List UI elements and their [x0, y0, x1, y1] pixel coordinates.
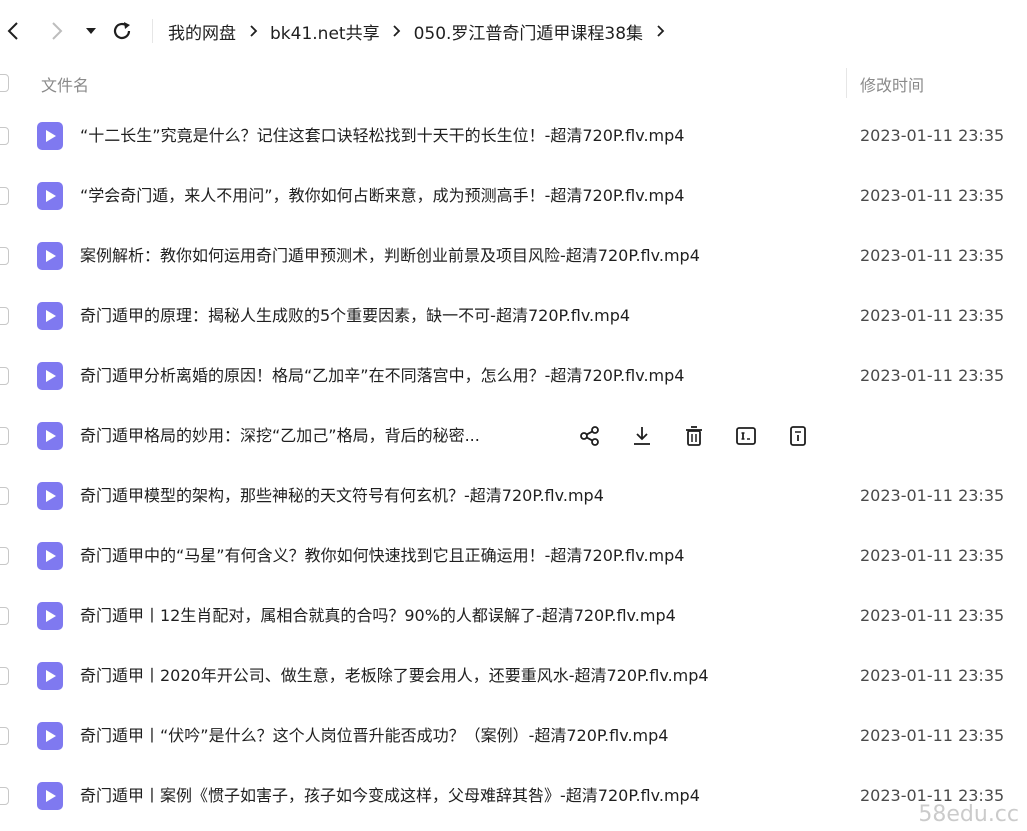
file-modified-time: 2023-01-11 23:35	[860, 186, 1005, 205]
file-modified-time: 2023-01-11 23:35	[860, 126, 1005, 145]
video-file-icon	[37, 182, 63, 210]
breadcrumb-item-my-drive[interactable]: 我的网盘	[168, 19, 236, 44]
file-row[interactable]: 奇门遁甲丨“伏吟”是什么？这个人岗位晋升能否成功？（案例）-超清720P.flv…	[0, 706, 1027, 766]
file-modified-time: 2023-01-11 23:35	[860, 486, 1005, 505]
history-dropdown-button[interactable]	[82, 14, 100, 48]
row-checkbox[interactable]	[0, 187, 9, 205]
file-modified-time: 2023-01-11 23:35	[860, 366, 1005, 385]
file-name[interactable]: 奇门遁甲分析离婚的原因！格局“乙加辛”在不同落宫中，怎么用？-超清720P.fl…	[80, 364, 684, 388]
share-icon	[580, 426, 599, 446]
chevron-right-icon	[52, 22, 63, 40]
download-button[interactable]	[628, 422, 656, 450]
file-row[interactable]: 案例解析：教你如何运用奇门遁甲预测术，判断创业前景及项目风险-超清720P.fl…	[0, 226, 1027, 286]
file-modified-time: 2023-01-11 23:35	[860, 726, 1005, 745]
video-file-icon	[37, 422, 63, 450]
row-checkbox[interactable]	[0, 787, 9, 805]
video-file-icon	[37, 722, 63, 750]
video-file-icon	[37, 662, 63, 690]
delete-button[interactable]	[680, 422, 708, 450]
download-icon	[634, 427, 650, 445]
breadcrumb-item-current-folder[interactable]: 050.罗江普奇门遁甲课程38集	[414, 19, 643, 44]
column-divider[interactable]	[846, 68, 847, 98]
nav-divider	[152, 19, 153, 43]
breadcrumb-separator-icon	[380, 24, 414, 38]
chevron-left-icon	[7, 22, 18, 40]
file-name[interactable]: 奇门遁甲丨案例《惯子如害子，孩子如今变成这样，父母难辞其咎》-超清720P.fl…	[80, 784, 700, 808]
row-checkbox[interactable]	[0, 487, 9, 505]
file-row[interactable]: 奇门遁甲中的“马星”有何含义？教你如何快速找到它且正确运用！-超清720P.fl…	[0, 526, 1027, 586]
video-file-icon	[37, 482, 63, 510]
file-row[interactable]: “学会奇门遁，来人不用问”，教你如何占断来意，成为预测高手！-超清720P.fl…	[0, 166, 1027, 226]
row-checkbox[interactable]	[0, 127, 9, 145]
breadcrumb: 我的网盘 bk41.net共享 050.罗江普奇门遁甲课程38集	[168, 14, 677, 48]
row-checkbox[interactable]	[0, 367, 9, 385]
file-row[interactable]: 奇门遁甲丨案例《惯子如害子，孩子如今变成这样，父母难辞其咎》-超清720P.fl…	[0, 766, 1027, 826]
share-button[interactable]	[576, 422, 604, 450]
watermark: 58edu.cc	[918, 802, 1019, 827]
refresh-icon	[113, 22, 131, 40]
row-checkbox[interactable]	[0, 667, 9, 685]
video-file-icon	[37, 362, 63, 390]
info-icon	[790, 426, 806, 446]
file-row[interactable]: 奇门遁甲模型的架构，那些神秘的天文符号有何玄机？-超清720P.flv.mp4 …	[0, 466, 1027, 526]
row-checkbox[interactable]	[0, 727, 9, 745]
file-name[interactable]: “学会奇门遁，来人不用问”，教你如何占断来意，成为预测高手！-超清720P.fl…	[80, 184, 684, 208]
column-header-filename[interactable]: 文件名	[41, 72, 89, 96]
navigation-bar: 我的网盘 bk41.net共享 050.罗江普奇门遁甲课程38集	[0, 0, 1027, 62]
file-name[interactable]: 奇门遁甲丨“伏吟”是什么？这个人岗位晋升能否成功？（案例）-超清720P.flv…	[80, 724, 668, 748]
file-name[interactable]: “十二长生”究竟是什么？记住这套口诀轻松找到十天干的长生位！-超清720P.fl…	[80, 124, 684, 148]
breadcrumb-separator-icon	[643, 24, 677, 38]
breadcrumb-separator-icon	[236, 24, 270, 38]
file-modified-time: 2023-01-11 23:35	[860, 246, 1005, 265]
file-modified-time: 2023-01-11 23:35	[860, 666, 1005, 685]
video-file-icon	[37, 782, 63, 810]
file-modified-time: 2023-01-11 23:35	[860, 606, 1005, 625]
file-name[interactable]: 奇门遁甲格局的妙用：深挖“乙加己”格局，背后的秘密...	[80, 424, 480, 448]
file-list-header: 文件名 修改时间	[0, 62, 1027, 106]
file-name[interactable]: 奇门遁甲模型的架构，那些神秘的天文符号有何玄机？-超清720P.flv.mp4	[80, 484, 604, 508]
file-row[interactable]: 奇门遁甲丨12生肖配对，属相合就真的合吗？90%的人都误解了-超清720P.fl…	[0, 586, 1027, 646]
forward-button[interactable]	[44, 14, 70, 48]
file-row[interactable]: 奇门遁甲的原理：揭秘人生成败的5个重要因素，缺一不可-超清720P.flv.mp…	[0, 286, 1027, 346]
file-row[interactable]: “十二长生”究竟是什么？记住这套口诀轻松找到十天干的长生位！-超清720P.fl…	[0, 106, 1027, 166]
video-file-icon	[37, 302, 63, 330]
select-all-checkbox[interactable]	[0, 74, 9, 92]
delete-icon	[686, 426, 702, 446]
breadcrumb-item-shared[interactable]: bk41.net共享	[270, 19, 380, 44]
row-checkbox[interactable]	[0, 607, 9, 625]
file-name[interactable]: 奇门遁甲丨12生肖配对，属相合就真的合吗？90%的人都误解了-超清720P.fl…	[80, 604, 676, 628]
file-row-hovered[interactable]: 奇门遁甲格局的妙用：深挖“乙加己”格局，背后的秘密...	[0, 406, 1027, 466]
video-file-icon	[37, 242, 63, 270]
file-row[interactable]: 奇门遁甲分析离婚的原因！格局“乙加辛”在不同落宫中，怎么用？-超清720P.fl…	[0, 346, 1027, 406]
rename-icon	[736, 427, 756, 445]
back-button[interactable]	[0, 14, 26, 48]
row-actions	[576, 422, 836, 450]
refresh-button[interactable]	[108, 14, 136, 48]
video-file-icon	[37, 542, 63, 570]
row-checkbox[interactable]	[0, 307, 9, 325]
file-list: “十二长生”究竟是什么？记住这套口诀轻松找到十天干的长生位！-超清720P.fl…	[0, 106, 1027, 826]
file-name[interactable]: 案例解析：教你如何运用奇门遁甲预测术，判断创业前景及项目风险-超清720P.fl…	[80, 244, 700, 268]
video-file-icon	[37, 122, 63, 150]
file-name[interactable]: 奇门遁甲丨2020年开公司、做生意，老板除了要会用人，还要重风水-超清720P.…	[80, 664, 709, 688]
row-checkbox[interactable]	[0, 247, 9, 265]
info-button[interactable]	[784, 422, 812, 450]
column-header-modified-time[interactable]: 修改时间	[860, 72, 924, 96]
file-name[interactable]: 奇门遁甲中的“马星”有何含义？教你如何快速找到它且正确运用！-超清720P.fl…	[80, 544, 684, 568]
video-file-icon	[37, 602, 63, 630]
row-checkbox[interactable]	[0, 427, 9, 445]
file-row[interactable]: 奇门遁甲丨2020年开公司、做生意，老板除了要会用人，还要重风水-超清720P.…	[0, 646, 1027, 706]
file-modified-time: 2023-01-11 23:35	[860, 546, 1005, 565]
file-modified-time: 2023-01-11 23:35	[860, 306, 1005, 325]
caret-down-icon	[86, 28, 96, 34]
rename-button[interactable]	[732, 422, 760, 450]
file-name[interactable]: 奇门遁甲的原理：揭秘人生成败的5个重要因素，缺一不可-超清720P.flv.mp…	[80, 304, 630, 328]
row-checkbox[interactable]	[0, 547, 9, 565]
